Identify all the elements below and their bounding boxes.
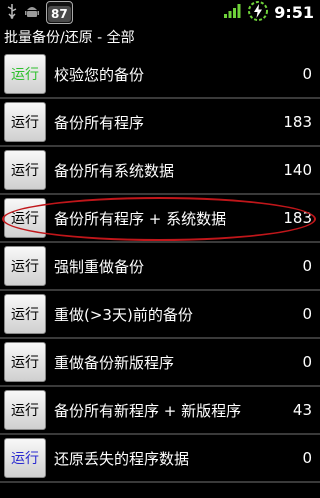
battery-percent-badge: 87 <box>46 1 73 24</box>
batch-operation-list: 运行 校验您的备份 0 运行 备份所有程序 183 运行 备份所有系统数据 14… <box>0 51 320 483</box>
run-button-label: 运行 <box>11 163 39 179</box>
list-item: 运行 校验您的备份 0 <box>0 51 320 99</box>
run-button-label: 运行 <box>11 115 39 131</box>
list-item-count: 43 <box>292 401 312 419</box>
run-button[interactable]: 运行 <box>4 198 46 238</box>
list-item-count: 0 <box>302 305 312 323</box>
run-button[interactable]: 运行 <box>4 102 46 142</box>
list-item-label: 备份所有新程序 + 新版程序 <box>54 401 242 420</box>
usb-icon <box>6 3 18 23</box>
run-button-label: 运行 <box>11 259 39 275</box>
list-item: 运行 强制重做备份 0 <box>0 243 320 291</box>
status-bar: 87 9:51 <box>0 0 320 25</box>
list-item-count: 0 <box>302 257 312 275</box>
battery-charging-icon <box>247 0 269 26</box>
list-item-count: 183 <box>283 113 312 131</box>
run-button[interactable]: 运行 <box>4 342 46 382</box>
list-item: 运行 备份所有系统数据 140 <box>0 147 320 195</box>
list-item: 运行 备份所有程序 183 <box>0 99 320 147</box>
list-item-count: 183 <box>283 209 312 227</box>
battery-percent-text: 87 <box>48 6 71 22</box>
run-button-label: 运行 <box>11 67 39 83</box>
run-button-label: 运行 <box>11 307 39 323</box>
list-item: 运行 重做(>3天)前的备份 0 <box>0 291 320 339</box>
run-button[interactable]: 运行 <box>4 390 46 430</box>
list-item-label: 备份所有程序 + 系统数据 <box>54 209 227 228</box>
list-item-label: 备份所有程序 <box>54 113 145 132</box>
list-item-label: 强制重做备份 <box>54 257 145 276</box>
page-title: 批量备份/还原 - 全部 <box>0 25 320 51</box>
run-button[interactable]: 运行 <box>4 438 46 478</box>
list-item-label: 备份所有系统数据 <box>54 161 175 180</box>
signal-icon <box>224 3 242 22</box>
list-item-highlighted: 运行 备份所有程序 + 系统数据 183 <box>0 195 320 243</box>
list-item: 运行 备份所有新程序 + 新版程序 43 <box>0 387 320 435</box>
run-button-label: 运行 <box>11 355 39 371</box>
clock: 9:51 <box>274 3 314 22</box>
list-item-count: 0 <box>302 449 312 467</box>
run-button-label: 运行 <box>11 211 39 227</box>
list-item: 运行 重做备份新版程序 0 <box>0 339 320 387</box>
run-button-label: 运行 <box>11 451 39 467</box>
run-button[interactable]: 运行 <box>4 294 46 334</box>
list-item-count: 140 <box>283 161 312 179</box>
android-debug-icon <box>24 3 40 23</box>
list-item-label: 还原丢失的程序数据 <box>54 449 190 468</box>
list-item-count: 0 <box>302 65 312 83</box>
list-item-count: 0 <box>302 353 312 371</box>
run-button[interactable]: 运行 <box>4 246 46 286</box>
list-item-label: 重做备份新版程序 <box>54 353 175 372</box>
run-button-label: 运行 <box>11 403 39 419</box>
list-item-label: 重做(>3天)前的备份 <box>54 305 193 324</box>
list-item: 运行 还原丢失的程序数据 0 <box>0 435 320 483</box>
list-item-label: 校验您的备份 <box>54 65 145 84</box>
run-button[interactable]: 运行 <box>4 150 46 190</box>
run-button[interactable]: 运行 <box>4 54 46 94</box>
